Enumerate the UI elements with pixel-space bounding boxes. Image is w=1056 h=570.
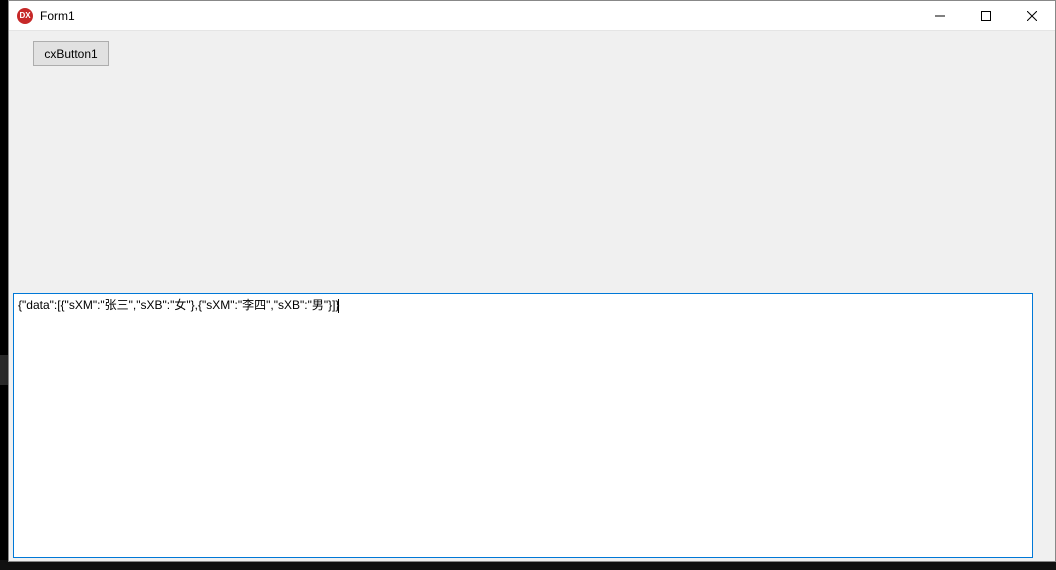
maximize-icon (981, 11, 991, 21)
memo-content: {"data":[{"sXM":"张三","sXB":"女"},{"sXM":"… (18, 298, 339, 312)
minimize-icon (935, 11, 945, 21)
maximize-button[interactable] (963, 1, 1009, 30)
window-title: Form1 (40, 9, 917, 23)
app-icon: DX (17, 8, 33, 24)
memo-output[interactable]: {"data":[{"sXM":"张三","sXB":"女"},{"sXM":"… (13, 293, 1033, 558)
titlebar[interactable]: DX Form1 (9, 1, 1055, 31)
cx-button-1[interactable]: cxButton1 (33, 41, 109, 66)
window-controls (917, 1, 1055, 30)
text-caret (338, 299, 339, 313)
minimize-button[interactable] (917, 1, 963, 30)
main-window: DX Form1 cxButton1 (8, 0, 1056, 562)
close-icon (1027, 11, 1037, 21)
cx-button-1-label: cxButton1 (44, 47, 97, 61)
app-icon-text: DX (19, 12, 30, 20)
close-button[interactable] (1009, 1, 1055, 30)
client-area: cxButton1 {"data":[{"sXM":"张三","sXB":"女"… (9, 31, 1055, 561)
